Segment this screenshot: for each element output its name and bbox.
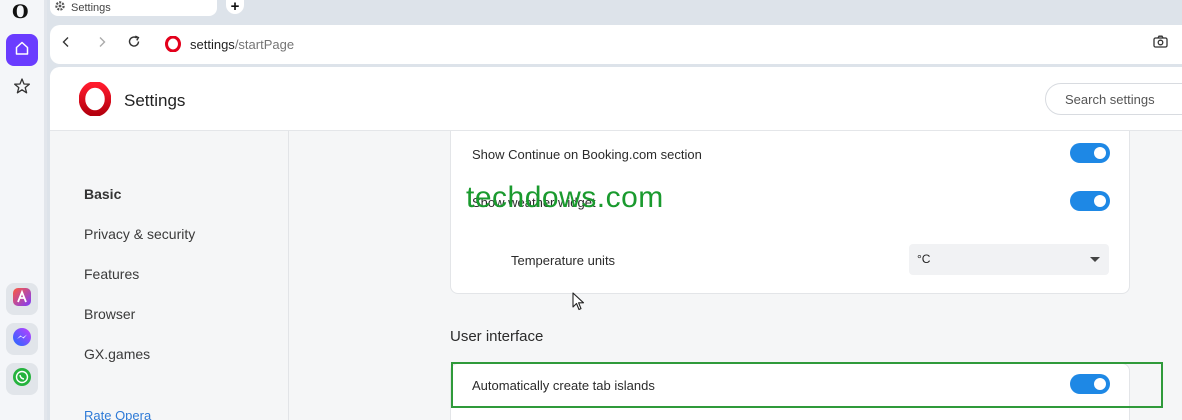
temperature-units-value: °C <box>917 252 931 266</box>
home-icon <box>14 40 30 61</box>
address-bar: settings/startPage <box>50 25 1182 64</box>
chevron-left-icon <box>60 35 72 53</box>
settings-page: Settings Basic Privacy & security Featur… <box>50 67 1182 420</box>
gear-icon <box>54 0 66 17</box>
url-host: settings <box>190 37 235 52</box>
chevron-down-icon <box>1090 257 1100 262</box>
opera-sidebar: O <box>0 0 44 420</box>
messenger-icon <box>12 327 32 352</box>
back-button[interactable] <box>58 36 74 52</box>
chevron-right-icon <box>96 35 108 53</box>
page-title: Settings <box>124 91 186 110</box>
nav-item-basic[interactable]: Basic <box>84 186 121 202</box>
camera-icon <box>1152 35 1168 53</box>
temperature-units-select[interactable]: °C <box>909 244 1109 275</box>
opera-logo-icon <box>78 81 112 117</box>
settings-header: Settings <box>50 67 1182 131</box>
url-path: /startPage <box>234 37 295 52</box>
whatsapp-icon <box>12 367 32 392</box>
search-settings-input[interactable] <box>1045 83 1182 115</box>
opera-o-icon <box>165 35 181 53</box>
nav-item-privacy-security[interactable]: Privacy & security <box>84 226 195 242</box>
reload-button[interactable] <box>126 35 142 54</box>
tab-title: Settings <box>71 2 111 14</box>
temperature-units-label: Temperature units <box>511 253 616 268</box>
snapshot-button[interactable] <box>1152 35 1168 53</box>
rate-opera-link[interactable]: Rate Opera <box>84 408 151 420</box>
messenger-app-button[interactable] <box>6 323 38 355</box>
settings-nav: Basic Privacy & security Features Browse… <box>50 131 289 420</box>
tab-settings[interactable]: Settings <box>50 0 217 16</box>
settings-content: Show Continue on Booking.com section Sho… <box>290 131 1182 420</box>
opera-menu-logo[interactable]: O <box>12 1 29 23</box>
mouse-cursor-icon <box>572 292 586 312</box>
nav-item-features[interactable]: Features <box>84 266 139 282</box>
nav-item-browser[interactable]: Browser <box>84 306 135 322</box>
new-tab-button[interactable]: + <box>226 0 244 14</box>
whatsapp-app-button[interactable] <box>6 363 38 395</box>
forward-button[interactable] <box>94 36 110 52</box>
user-interface-heading: User interface <box>450 328 544 345</box>
reload-icon <box>127 35 141 54</box>
star-icon <box>13 77 31 100</box>
booking-section-label: Show Continue on Booking.com section <box>472 147 702 162</box>
nav-item-gx-games[interactable]: GX.games <box>84 346 150 362</box>
weather-widget-toggle[interactable] <box>1070 191 1110 211</box>
highlight-box <box>451 362 1163 408</box>
booking-section-toggle[interactable] <box>1070 143 1110 163</box>
watermark-text: techdows.com <box>466 181 664 214</box>
aria-app-button[interactable] <box>6 283 38 315</box>
pinboards-button[interactable] <box>6 72 38 104</box>
aria-icon <box>12 287 32 312</box>
sidebar-divider <box>44 0 47 420</box>
home-button[interactable] <box>6 34 38 66</box>
url-field[interactable]: settings/startPage <box>190 37 294 52</box>
